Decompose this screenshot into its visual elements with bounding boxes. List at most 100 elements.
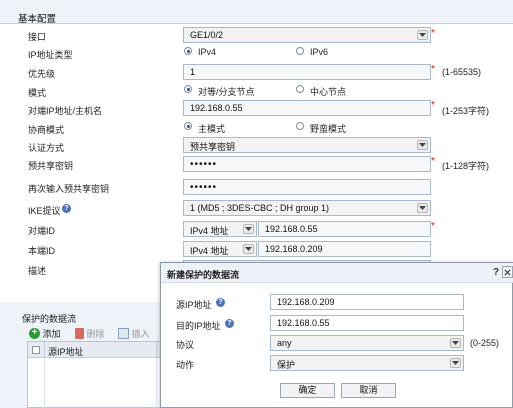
dialog-src-ip-value: 192.168.0.209 — [277, 297, 335, 307]
table-header: 源IP地址 — [28, 342, 171, 358]
chevron-down-icon[interactable] — [450, 358, 461, 368]
priority-hint: (1-65535) — [442, 67, 482, 77]
dialog-protocol-select[interactable]: any — [270, 335, 464, 351]
peer-ip-hint: (1-253字符) — [442, 106, 490, 116]
ip-type-ipv6-radio[interactable] — [296, 47, 304, 55]
psk-label: 预共享密钥 — [28, 161, 74, 171]
negotiation-main-radio[interactable] — [184, 122, 192, 130]
close-icon[interactable] — [502, 266, 513, 278]
priority-input[interactable]: 1 — [183, 64, 431, 80]
psk-value: •••••• — [190, 159, 218, 170]
add-label: 添加 — [42, 329, 61, 339]
delete-label: 删除 — [86, 329, 105, 339]
insert-label: 插入 — [131, 329, 150, 339]
help-icon[interactable]: ? — [62, 204, 71, 213]
dialog-src-ip-label: 源IP地址 — [176, 300, 212, 310]
dialog-action-value: 保护 — [277, 360, 296, 370]
ike-select[interactable]: 1 (MD5 ; 3DES-CBC ; DH group 1) — [183, 200, 431, 216]
column-divider — [44, 342, 45, 358]
peer-ip-label: 对端IP地址/主机名 — [28, 106, 103, 116]
chevron-down-icon[interactable] — [243, 244, 254, 254]
chevron-down-icon[interactable] — [417, 140, 428, 150]
interface-select[interactable]: GE1/0/2 — [183, 27, 431, 43]
interface-label: 接口 — [28, 32, 47, 42]
negotiation-label: 协商模式 — [28, 125, 65, 135]
auth-label: 认证方式 — [28, 143, 65, 153]
dialog-title: 新建保护的数据流 — [167, 270, 240, 280]
ip-type-ipv4-radio[interactable] — [184, 47, 192, 55]
mode-peer-label: 对等/分支节点 — [198, 87, 255, 97]
dialog-protocol-hint: (0-255) — [470, 338, 500, 348]
ip-type-ipv4-label: IPv4 — [198, 47, 217, 57]
required-mark: * — [431, 64, 435, 75]
column-divider — [156, 358, 157, 408]
peer-ip-input[interactable]: 192.168.0.55 — [183, 100, 431, 116]
peer-id-type-select[interactable]: IPv4 地址 — [183, 221, 257, 237]
local-id-label: 本端ID — [28, 246, 56, 256]
delete-button[interactable]: 删除 — [75, 327, 105, 340]
peer-ip-value: 192.168.0.55 — [190, 103, 243, 113]
local-id-type-value: IPv4 地址 — [190, 246, 229, 256]
dialog-cancel-button[interactable]: 取消 — [341, 383, 396, 398]
auth-select[interactable]: 预共享密钥 — [183, 137, 431, 153]
select-all-checkbox[interactable] — [32, 346, 40, 354]
priority-value: 1 — [190, 67, 196, 77]
column-divider — [44, 358, 45, 408]
required-mark: * — [431, 221, 435, 232]
local-id-input[interactable]: 192.168.0.209 — [258, 241, 431, 257]
ike-label: IKE提议 — [28, 206, 61, 216]
peer-id-type-value: IPv4 地址 — [190, 226, 229, 236]
peer-id-value: 192.168.0.55 — [265, 224, 318, 234]
negotiation-main-label: 主模式 — [198, 124, 226, 134]
dialog-action-select[interactable]: 保护 — [270, 355, 464, 371]
dialog-ok-button[interactable]: 确定 — [280, 383, 335, 398]
help-icon[interactable]: ? — [216, 298, 225, 307]
dialog-dst-ip-label: 目的IP地址 — [176, 321, 221, 331]
new-protected-flow-dialog: 新建保护的数据流 ? 源IP地址 ? 192.168.0.209 目的IP地址 … — [160, 262, 513, 408]
required-mark: * — [431, 156, 435, 167]
mode-label: 模式 — [28, 88, 47, 98]
chevron-down-icon[interactable] — [243, 224, 254, 234]
interface-value: GE1/0/2 — [190, 30, 224, 40]
chevron-down-icon[interactable] — [417, 203, 428, 213]
psk-confirm-input[interactable]: •••••• — [183, 179, 431, 195]
dialog-protocol-value: any — [277, 338, 292, 348]
chevron-down-icon[interactable] — [450, 338, 461, 348]
add-icon: + — [29, 328, 40, 339]
psk-hint: (1-128字符) — [442, 161, 490, 171]
psk-confirm-value: •••••• — [190, 182, 218, 193]
local-id-value: 192.168.0.209 — [265, 244, 323, 254]
dialog-dst-ip-value: 192.168.0.55 — [277, 318, 330, 328]
dialog-action-label: 动作 — [176, 360, 195, 370]
column-divider — [156, 342, 157, 358]
dialog-src-ip-input[interactable]: 192.168.0.209 — [270, 294, 464, 310]
mode-peer-radio[interactable] — [184, 85, 192, 93]
priority-label: 优先级 — [28, 69, 56, 79]
mode-center-label: 中心节点 — [310, 87, 347, 97]
local-id-type-select[interactable]: IPv4 地址 — [183, 241, 257, 257]
desc-label: 描述 — [28, 266, 47, 276]
section-header — [0, 0, 513, 24]
required-mark: * — [431, 100, 435, 111]
insert-icon — [118, 328, 129, 339]
add-button[interactable]: + 添加 — [29, 327, 61, 340]
protected-flows-title: 保护的数据流 — [22, 314, 77, 324]
section-title: 基本配置 — [18, 14, 57, 25]
help-icon[interactable]: ? — [225, 319, 234, 328]
insert-button[interactable]: 插入 — [118, 327, 150, 340]
dialog-title-bar[interactable]: 新建保护的数据流 ? — [161, 263, 513, 283]
peer-id-label: 对端ID — [28, 226, 56, 236]
delete-icon — [75, 328, 84, 339]
psk-input[interactable]: •••••• — [183, 156, 431, 172]
negotiation-aggressive-label: 野蛮模式 — [310, 124, 347, 134]
dialog-dst-ip-input[interactable]: 192.168.0.55 — [270, 315, 464, 331]
ike-value: 1 (MD5 ; 3DES-CBC ; DH group 1) — [190, 203, 330, 213]
ip-type-label: IP地址类型 — [28, 50, 73, 60]
peer-id-input[interactable]: 192.168.0.55 — [258, 221, 431, 237]
psk-confirm-label: 再次输入预共享密钥 — [28, 184, 110, 194]
dialog-help-icon[interactable]: ? — [493, 267, 499, 278]
mode-center-radio[interactable] — [296, 85, 304, 93]
negotiation-aggressive-radio[interactable] — [296, 122, 304, 130]
chevron-down-icon[interactable] — [417, 30, 428, 40]
protected-flows-table: 源IP地址 — [27, 341, 172, 408]
